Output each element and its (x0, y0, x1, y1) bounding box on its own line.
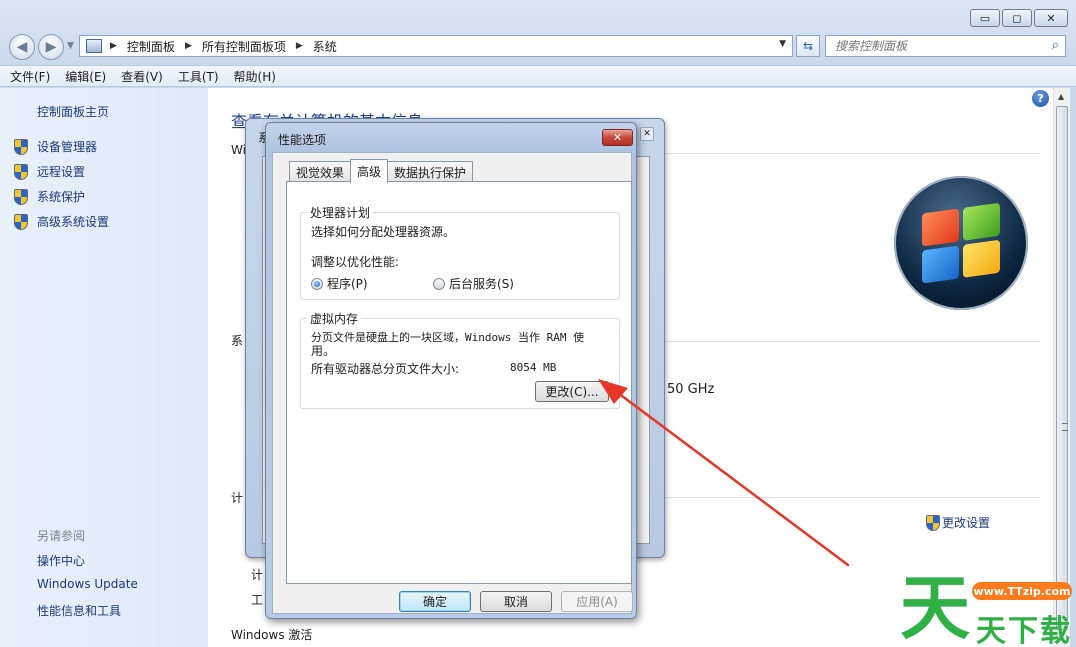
sidebar-item-label: 高级系统设置 (37, 215, 110, 229)
close-icon[interactable]: ✕ (640, 127, 654, 141)
workgroup-row-label: 工 (251, 593, 264, 607)
total-paging-file-label: 所有驱动器总分页文件大小: (311, 362, 460, 376)
processor-description: 选择如何分配处理器资源。 (311, 225, 456, 239)
menu-view[interactable]: 查看(V) (121, 68, 163, 85)
breadcrumb-system[interactable]: 系统 (313, 38, 337, 55)
group-title: 处理器计划 (307, 204, 374, 221)
performance-tools-link[interactable]: 性能信息和工具 (37, 602, 121, 619)
radio-label: 后台服务(S) (449, 277, 514, 291)
forward-button[interactable]: ▶ (38, 34, 64, 60)
menu-help[interactable]: 帮助(H) (234, 68, 276, 85)
breadcrumb-separator-icon[interactable]: ▶ (185, 41, 192, 51)
windows-edition-label: Wi (231, 143, 246, 157)
virtual-memory-description-line1: 分页文件是硬盘上的一块区域，Windows 当作 RAM 使 (311, 331, 585, 344)
watermark-glyph: 天 (900, 567, 970, 647)
watermark-logo: 天 www.TTzip.com 天下载 (900, 570, 1076, 647)
search-box[interactable]: ⌕ (825, 35, 1066, 57)
minimize-button[interactable]: ▭ (970, 9, 1000, 27)
scroll-up-icon[interactable]: ▲ (1058, 92, 1064, 101)
windows-activation-label: Windows 激活 (231, 628, 313, 642)
background-services-radio[interactable]: 后台服务(S) (433, 275, 514, 292)
close-button[interactable]: ✕ (602, 129, 633, 146)
advanced-tab-panel: 处理器计划 选择如何分配处理器资源。 调整以优化性能: 程序(P) 后台服务(S… (286, 181, 632, 584)
total-paging-file-value: 8054 MB (510, 361, 557, 374)
shield-icon (926, 514, 940, 531)
computer-name-section-label: 计 (231, 491, 244, 505)
tab-data-execution-prevention[interactable]: 数据执行保护 (387, 161, 474, 182)
shield-icon (14, 163, 28, 180)
tab-strip: 视觉效果 高级 数据执行保护 (289, 159, 474, 183)
computer-name-row-label: 计 (251, 568, 264, 582)
performance-options-dialog: 性能选项 ✕ 视觉效果 高级 数据执行保护 处理器计划 选择如何分配处理器资源。… (265, 122, 637, 619)
processor-scheduling-group: 处理器计划 选择如何分配处理器资源。 调整以优化性能: 程序(P) 后台服务(S… (300, 204, 620, 300)
sidebar-item-remote-settings[interactable]: 远程设置 (14, 163, 85, 180)
watermark-url: www.TTzip.com (972, 582, 1072, 600)
radio-unselected-icon (433, 277, 445, 290)
control-panel-home-link[interactable]: 控制面板主页 (37, 103, 109, 120)
radio-selected-icon (311, 277, 323, 290)
see-also-heading: 另请参阅 (37, 529, 86, 543)
control-panel-icon (86, 39, 102, 53)
address-bar[interactable]: ▶ 控制面板 ▶ 所有控制面板项 ▶ 系统 ▼ (79, 35, 793, 57)
tab-visual-effects[interactable]: 视觉效果 (289, 161, 352, 182)
navigation-bar: ◀ ▶ ▼ ▶ 控制面板 ▶ 所有控制面板项 ▶ 系统 ▼ ⇆ ⌕ (0, 32, 1076, 60)
menu-bar: 文件(F) 编辑(E) 查看(V) 工具(T) 帮助(H) (0, 65, 1076, 87)
apply-button[interactable]: 应用(A) (561, 591, 633, 612)
scroll-thumb[interactable] (1056, 106, 1068, 630)
divider (660, 153, 1040, 154)
refresh-button[interactable]: ⇆ (796, 35, 820, 57)
radio-label: 程序(P) (327, 277, 368, 291)
divider (660, 497, 1040, 498)
breadcrumb-separator-icon[interactable]: ▶ (296, 41, 303, 51)
change-settings-label: 更改设置 (942, 516, 991, 530)
refresh-icon: ⇆ (802, 39, 814, 53)
change-settings-link[interactable]: 更改设置 (926, 514, 990, 531)
address-dropdown-icon[interactable]: ▼ (779, 39, 786, 49)
sidebar-item-label: 设备管理器 (37, 140, 98, 154)
sidebar-item-system-protection[interactable]: 系统保护 (14, 188, 85, 205)
cpu-speed-value: 50 GHz (667, 382, 715, 397)
watermark-text: 天下载 (976, 614, 1072, 647)
ok-button[interactable]: 确定 (399, 591, 471, 612)
dialog-title: 性能选项 (278, 133, 327, 147)
help-icon[interactable]: ? (1032, 90, 1049, 107)
breadcrumb-separator-icon[interactable]: ▶ (110, 41, 117, 51)
close-button[interactable]: ✕ (1034, 9, 1068, 27)
sidebar-item-label: 远程设置 (37, 165, 86, 179)
search-icon[interactable]: ⌕ (1052, 38, 1059, 53)
windows-logo (894, 176, 1028, 310)
menu-tools[interactable]: 工具(T) (178, 68, 219, 85)
maximize-button[interactable]: ◻ (1002, 9, 1032, 27)
recent-pages-dropdown-icon[interactable]: ▼ (67, 41, 74, 51)
shield-icon (14, 213, 28, 230)
search-input[interactable] (835, 39, 1035, 53)
sidebar-item-label: 系统保护 (37, 190, 86, 204)
vertical-scrollbar[interactable]: ▲ (1053, 88, 1070, 647)
menu-file[interactable]: 文件(F) (10, 68, 50, 85)
shield-icon (14, 138, 28, 155)
windows-update-link[interactable]: Windows Update (37, 577, 138, 591)
caption-buttons: ▭ ◻ ✕ (970, 9, 1068, 27)
group-title: 虚拟内存 (307, 310, 362, 327)
virtual-memory-group: 虚拟内存 分页文件是硬盘上的一块区域，Windows 当作 RAM 使 用。 所… (300, 310, 620, 409)
adjust-performance-label: 调整以优化性能: (311, 255, 400, 269)
programs-radio[interactable]: 程序(P) (311, 275, 368, 292)
change-paging-file-button[interactable]: 更改(C)... (535, 381, 609, 402)
shield-icon (14, 188, 28, 205)
divider (660, 341, 1040, 342)
system-section-label: 系 (231, 334, 244, 348)
dialog-client-area: 视觉效果 高级 数据执行保护 处理器计划 选择如何分配处理器资源。 调整以优化性… (272, 152, 633, 614)
cancel-button[interactable]: 取消 (480, 591, 552, 612)
tab-advanced[interactable]: 高级 (350, 159, 389, 183)
breadcrumb-all-items[interactable]: 所有控制面板项 (202, 38, 286, 55)
virtual-memory-description-line2: 用。 (311, 344, 336, 358)
menu-edit[interactable]: 编辑(E) (65, 68, 106, 85)
action-center-link[interactable]: 操作中心 (37, 552, 85, 569)
sidebar-item-device-manager[interactable]: 设备管理器 (14, 138, 97, 155)
sidebar-item-advanced-settings[interactable]: 高级系统设置 (14, 213, 109, 230)
back-button[interactable]: ◀ (9, 34, 35, 60)
breadcrumb-control-panel[interactable]: 控制面板 (127, 38, 175, 55)
